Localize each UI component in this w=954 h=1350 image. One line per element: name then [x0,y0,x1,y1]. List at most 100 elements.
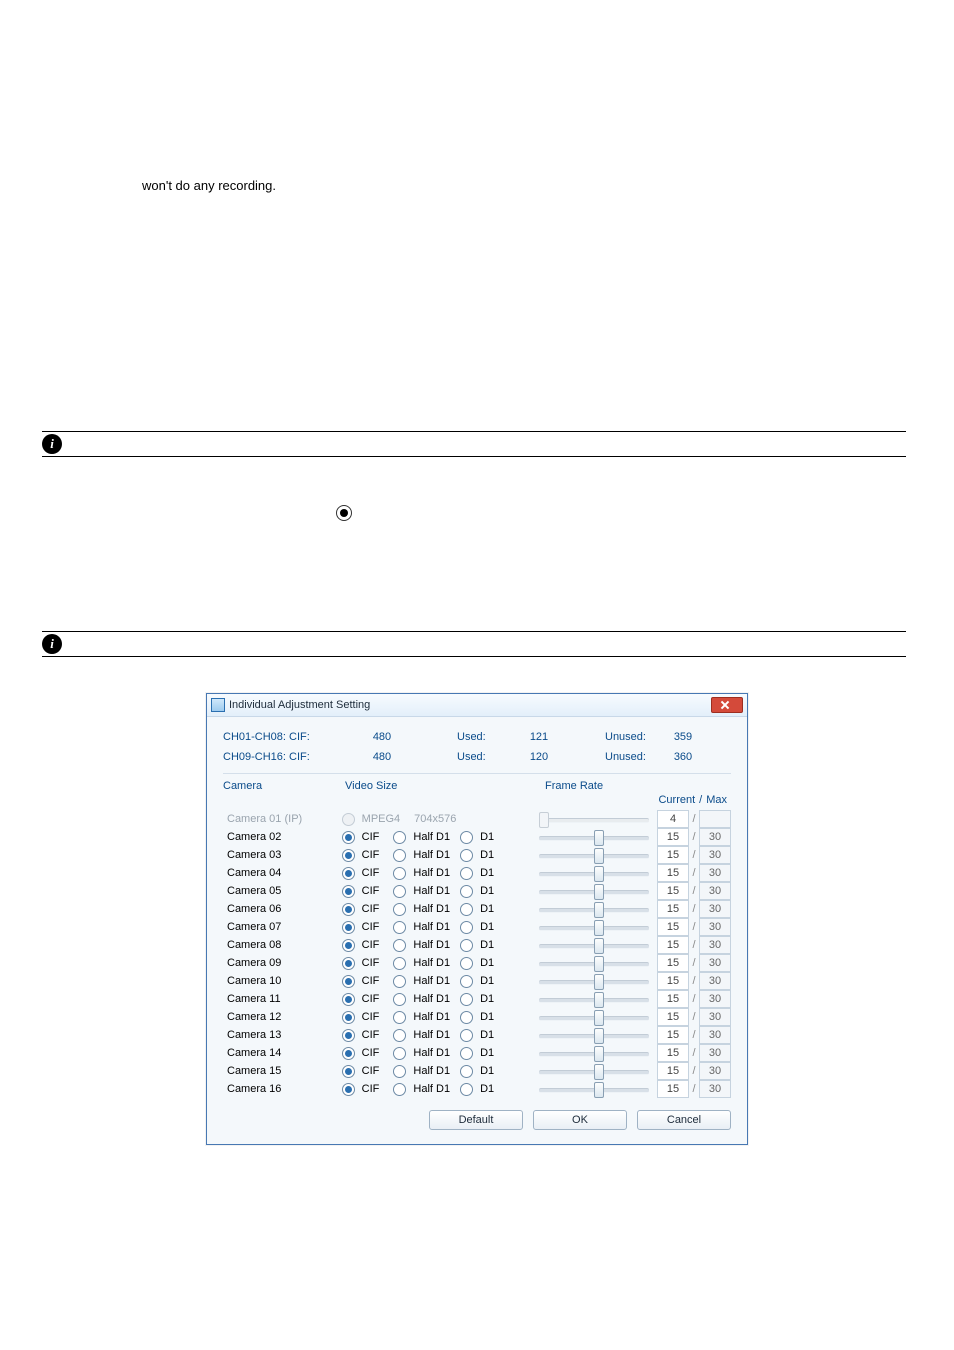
header-frame-rate: Frame Rate [545,780,731,792]
radio-d1[interactable] [460,885,473,898]
frame-rate-slider[interactable] [539,956,649,970]
radio-half-d1[interactable] [393,849,406,862]
camera-row: Camera 15CIFHalf D1D115/30 [223,1062,731,1080]
radio-half-d1[interactable] [393,903,406,916]
slash-icon: / [689,1011,699,1023]
radio-cif-label: CIF [362,939,380,951]
frame-rate-slider[interactable] [539,1028,649,1042]
radio-cif-label: CIF [362,867,380,879]
cancel-button[interactable]: Cancel [637,1110,731,1130]
radio-d1[interactable] [460,975,473,988]
radio-half-d1[interactable] [393,885,406,898]
radio-d1[interactable] [460,1083,473,1096]
radio-d1[interactable] [460,867,473,880]
frame-rate-slider[interactable] [539,902,649,916]
frame-rate-slider[interactable] [539,1064,649,1078]
radio-half-d1[interactable] [393,1029,406,1042]
radio-d1[interactable] [460,1065,473,1078]
summary-used: 120 [517,751,561,763]
radio-half-d1[interactable] [393,975,406,988]
titlebar[interactable]: Individual Adjustment Setting [207,694,747,717]
camera-row: Camera 12CIFHalf D1D115/30 [223,1008,731,1026]
radio-cif[interactable] [342,1083,355,1096]
radio-d1[interactable] [460,939,473,952]
radio-cif[interactable] [342,975,355,988]
radio-cif[interactable] [342,939,355,952]
radio-cif[interactable] [342,849,355,862]
radio-cif[interactable] [342,1029,355,1042]
camera-name: Camera 03 [223,849,342,861]
frame-rate-slider[interactable] [539,974,649,988]
ok-button[interactable]: OK [533,1110,627,1130]
radio-half-d1-label: Half D1 [413,1011,450,1023]
camera-name: Camera 16 [223,1083,342,1095]
radio-d1[interactable] [460,831,473,844]
radio-d1[interactable] [460,849,473,862]
frame-rate-slider [539,812,649,826]
frame-rate-slider[interactable] [539,1010,649,1024]
radio-half-d1[interactable] [393,1065,406,1078]
radio-half-d1[interactable] [393,867,406,880]
camera-name: Camera 09 [223,957,342,969]
radio-half-d1-label: Half D1 [413,957,450,969]
radio-d1[interactable] [460,993,473,1006]
radio-d1[interactable] [460,903,473,916]
radio-cif-label: CIF [362,957,380,969]
radio-d1-label: D1 [480,1047,494,1059]
frame-rate-slider[interactable] [539,866,649,880]
frame-rate-max: 30 [699,882,731,900]
radio-cif[interactable] [342,831,355,844]
frame-rate-current: 15 [657,972,689,990]
column-headers: Camera Video Size Frame Rate [223,780,731,792]
radio-cif[interactable] [342,957,355,970]
radio-d1-label: D1 [480,921,494,933]
radio-half-d1[interactable] [393,939,406,952]
radio-half-d1-label: Half D1 [413,975,450,987]
radio-cif[interactable] [342,885,355,898]
radio-cif[interactable] [342,993,355,1006]
frame-rate-slider[interactable] [539,848,649,862]
radio-d1-label: D1 [480,849,494,861]
frame-rate-slider[interactable] [539,830,649,844]
radio-half-d1-label: Half D1 [413,831,450,843]
radio-half-d1[interactable] [393,993,406,1006]
radio-cif[interactable] [342,1047,355,1060]
frame-rate-max: 30 [699,954,731,972]
frame-rate-slider[interactable] [539,1046,649,1060]
radio-cif[interactable] [342,1011,355,1024]
ip-codec-label: MPEG4 [362,813,401,825]
frame-rate-current: 15 [657,1044,689,1062]
radio-d1[interactable] [460,1029,473,1042]
frame-rate-max: 30 [699,828,731,846]
frame-rate-slider[interactable] [539,1082,649,1096]
frame-rate-max: 30 [699,1080,731,1098]
radio-half-d1[interactable] [393,1083,406,1096]
header-sep: / [699,794,702,806]
radio-cif[interactable] [342,867,355,880]
radio-half-d1[interactable] [393,957,406,970]
frame-rate-current: 15 [657,882,689,900]
frame-rate-slider[interactable] [539,920,649,934]
radio-half-d1[interactable] [393,831,406,844]
radio-d1[interactable] [460,921,473,934]
radio-half-d1[interactable] [393,1011,406,1024]
slash-icon: / [689,993,699,1005]
summary-label: CH09-CH16: CIF: [223,751,343,763]
radio-cif[interactable] [342,921,355,934]
frame-rate-slider[interactable] [539,938,649,952]
radio-cif[interactable] [342,1065,355,1078]
camera-name: Camera 15 [223,1065,342,1077]
radio-d1[interactable] [460,1047,473,1060]
radio-d1[interactable] [460,1011,473,1024]
frame-rate-slider[interactable] [539,992,649,1006]
summary-unused-label: Unused: [605,731,661,743]
radio-cif[interactable] [342,903,355,916]
default-button[interactable]: Default [429,1110,523,1130]
radio-d1[interactable] [460,957,473,970]
radio-cif-label: CIF [362,885,380,897]
radio-half-d1[interactable] [393,921,406,934]
frame-rate-slider[interactable] [539,884,649,898]
frame-rate-max [699,810,731,828]
radio-half-d1[interactable] [393,1047,406,1060]
close-button[interactable] [711,697,743,713]
